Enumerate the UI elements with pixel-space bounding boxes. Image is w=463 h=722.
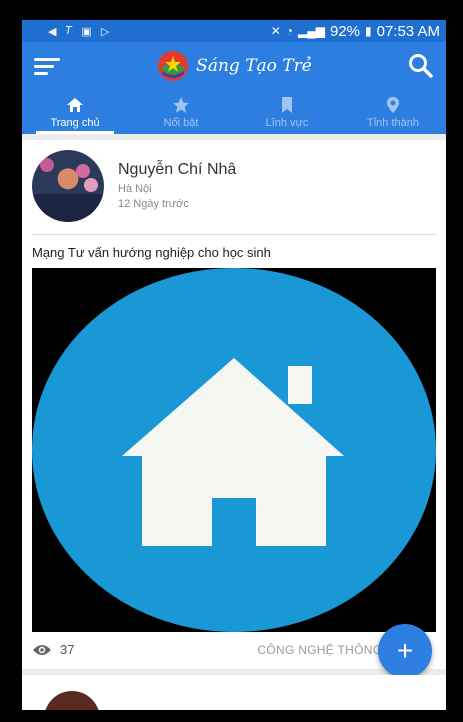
brand-title: Sáng Tạo Trẻ xyxy=(196,56,312,76)
view-count-value: 37 xyxy=(60,642,75,657)
eye-icon xyxy=(33,644,51,655)
post-author[interactable]: Nguyễn Chí Nhâ Hà Nội 12 Ngày trước xyxy=(22,140,446,232)
avatar[interactable] xyxy=(44,691,100,710)
tab-bar: Trang chủ Nổi bật Lĩnh vực Tỉnh thành xyxy=(22,90,446,134)
tab-label: Lĩnh vực xyxy=(265,116,309,129)
menu-icon[interactable] xyxy=(34,57,60,75)
tab-featured[interactable]: Nổi bật xyxy=(128,90,234,134)
post-card[interactable]: Nguyễn Chí Nhâ Hà Nội 12 Ngày trước Mạng… xyxy=(22,140,446,678)
notification-icon: 𝑇 xyxy=(65,24,73,37)
post-time: 12 Ngày trước xyxy=(118,197,189,210)
tab-home[interactable]: Trang chủ xyxy=(22,90,128,134)
post-title[interactable]: Mạng Tư vấn hướng nghiệp cho học sinh xyxy=(22,235,446,268)
location-pin-icon xyxy=(387,96,399,113)
author-location: Hà Nội xyxy=(118,182,152,195)
post-footer: 37 CÔNG NGHỆ THÔNG TIN + xyxy=(22,624,446,678)
clock: 07:53 AM xyxy=(376,22,440,40)
author-name[interactable]: Nguyễn Chí Nhâ xyxy=(118,161,236,179)
view-count: 37 xyxy=(32,642,74,657)
house-icon xyxy=(32,268,436,632)
avatar[interactable] xyxy=(32,150,104,222)
tab-label: Nổi bật xyxy=(163,116,199,129)
app-bar: Sáng Tạo Trẻ xyxy=(22,42,446,90)
wifi-icon: ◔ xyxy=(285,24,293,38)
status-bar: ◀ 𝑇 ▣ ▷ ✕ ◔ ▂▄▆ 92% ▮ 07:53 AM xyxy=(22,20,446,42)
search-icon[interactable] xyxy=(408,53,434,79)
add-post-button[interactable]: + xyxy=(378,624,432,678)
notification-icons: ◀ 𝑇 ▣ ▷ xyxy=(48,25,109,38)
mute-icon: ✕ xyxy=(270,24,281,38)
battery-level: 92% xyxy=(329,22,360,40)
notification-icon: ◀ xyxy=(48,25,57,38)
logo-icon xyxy=(158,51,189,81)
play-icon: ▷ xyxy=(100,25,110,38)
brand: Sáng Tạo Trẻ xyxy=(156,49,312,83)
bookmark-icon xyxy=(282,96,292,113)
signal-icon: ▂▄▆ xyxy=(298,24,325,38)
gallery-icon: ▣ xyxy=(81,25,92,38)
post-image[interactable] xyxy=(32,268,436,632)
tab-label: Trang chủ xyxy=(50,116,100,129)
phone-screen: ◀ 𝑇 ▣ ▷ ✕ ◔ ▂▄▆ 92% ▮ 07:53 AM Sáng Tạo … xyxy=(22,20,446,710)
home-icon xyxy=(67,97,83,112)
star-icon xyxy=(173,96,189,113)
battery-icon: ▮ xyxy=(365,24,372,38)
next-post-card[interactable] xyxy=(22,675,446,710)
tab-fields[interactable]: Lĩnh vực xyxy=(234,90,340,134)
tab-label: Tỉnh thành xyxy=(367,116,419,129)
tab-provinces[interactable]: Tỉnh thành xyxy=(340,90,446,134)
